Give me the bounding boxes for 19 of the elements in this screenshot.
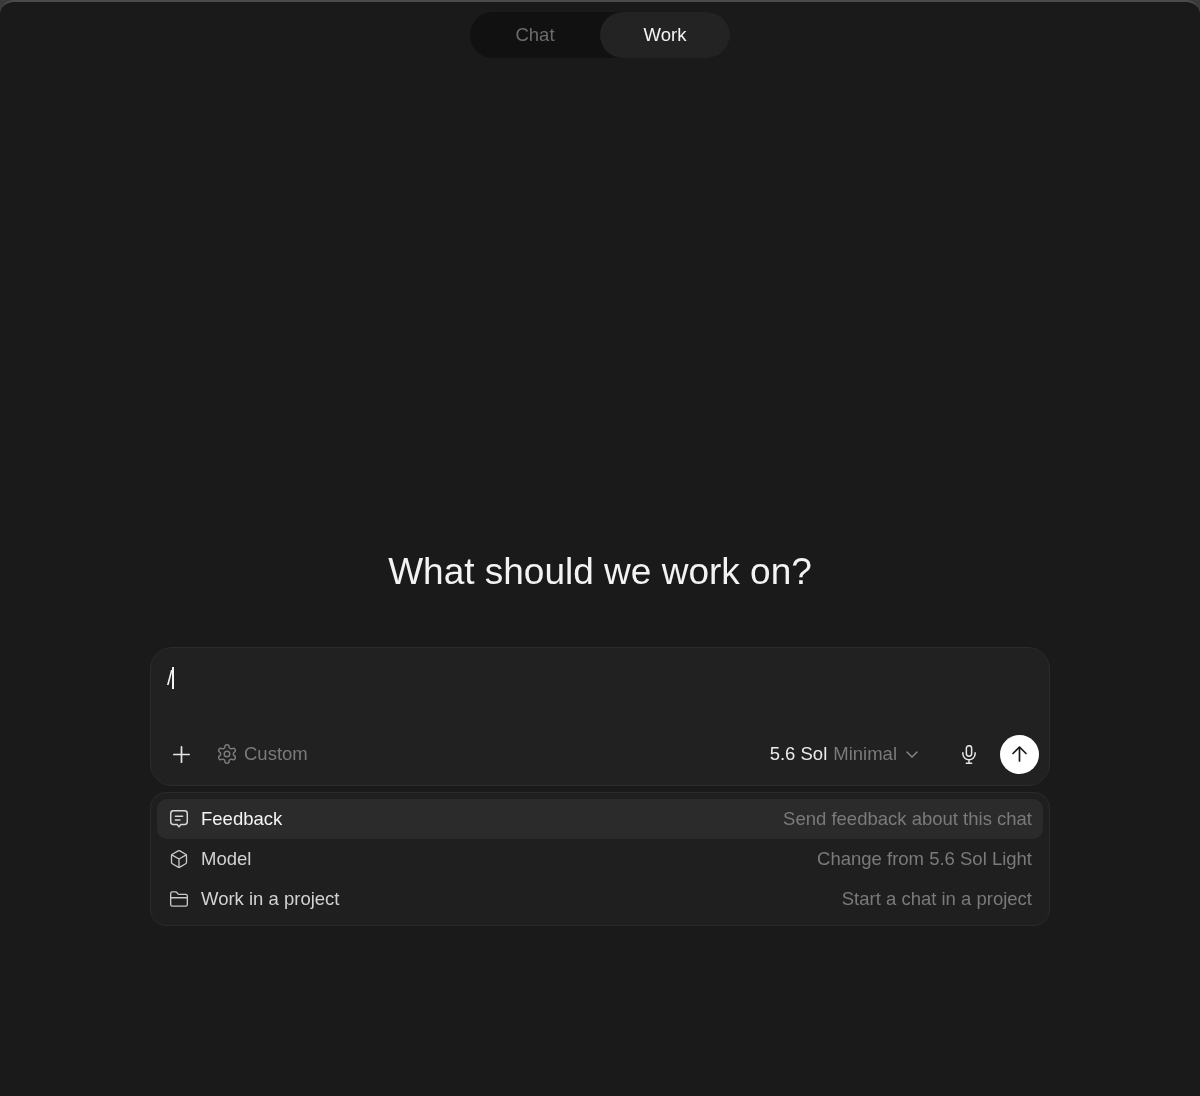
folder-icon (170, 890, 188, 908)
chevron-down-icon (906, 750, 918, 758)
text-cursor (171, 667, 174, 689)
plus-icon (172, 745, 190, 763)
page-heading: What should we work on? (388, 550, 812, 594)
send-button[interactable] (1000, 734, 1039, 774)
model-selector[interactable]: 5.6 Sol Minimal (769, 743, 918, 765)
mode-tab[interactable]: Chat (470, 12, 600, 58)
message-input[interactable]: / (167, 658, 1033, 734)
mode-tab[interactable]: Work (600, 12, 730, 58)
arrow-up-icon (1012, 746, 1027, 762)
microphone-icon (962, 744, 976, 764)
custom-button[interactable]: Custom (218, 743, 308, 765)
cube-icon (170, 850, 188, 868)
message-icon (170, 810, 188, 828)
gear-icon (218, 744, 236, 764)
menu-item[interactable]: Feedback Send feedback about this chat (157, 799, 1043, 839)
menu-item[interactable]: Model Change from 5.6 Sol Light (157, 839, 1043, 879)
menu-item[interactable]: Work in a project Start a chat in a project (157, 879, 1043, 919)
